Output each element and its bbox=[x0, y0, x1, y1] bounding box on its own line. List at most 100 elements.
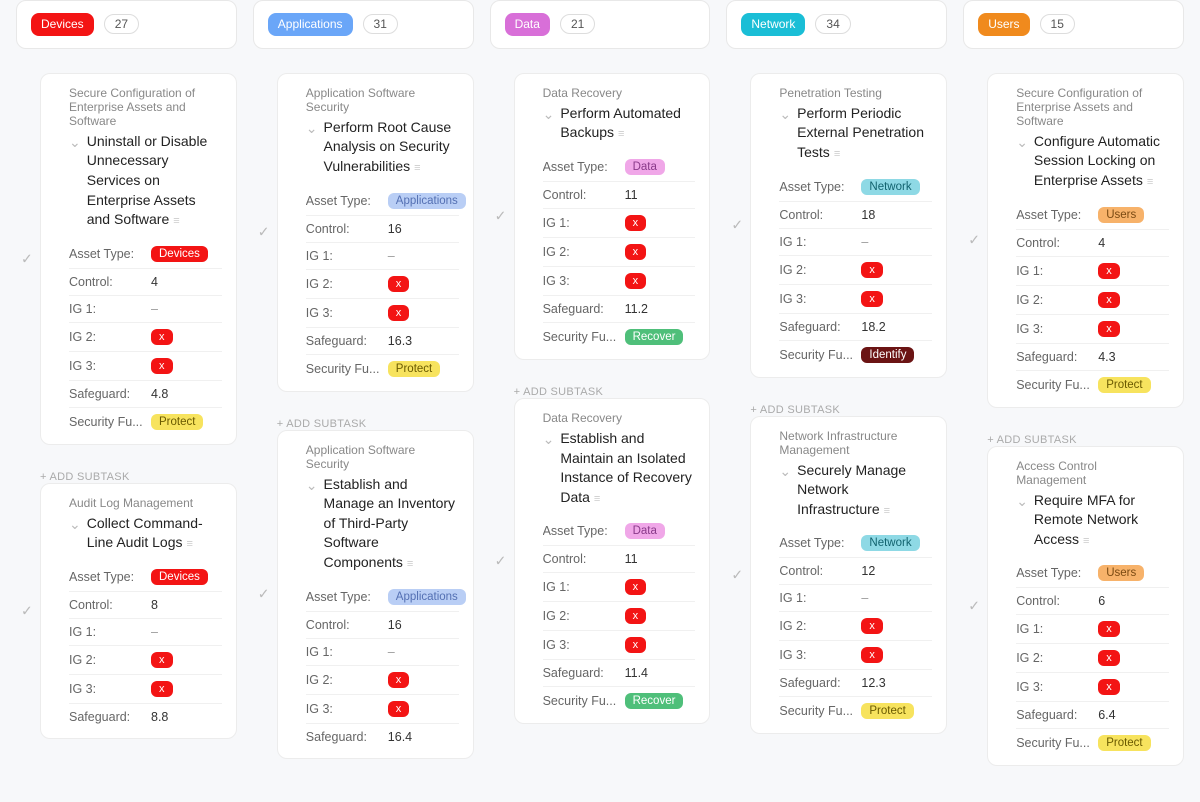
field-ig2: IG 2:x bbox=[1016, 643, 1169, 672]
add-subtask-button[interactable]: + ADD SUBTASK bbox=[40, 465, 237, 483]
field-security-fu: Security Fu...Protect bbox=[69, 407, 222, 436]
column-header-inner[interactable]: Data21 bbox=[490, 0, 711, 49]
check-icon[interactable]: ✓ bbox=[731, 217, 743, 234]
task-card[interactable]: ✓Application Software Security⌄Perform R… bbox=[277, 73, 474, 392]
card-title-text: Establish and Maintain an Isolated Insta… bbox=[560, 430, 692, 505]
more-icon[interactable]: ≡ bbox=[173, 215, 179, 227]
task-card[interactable]: ✓Penetration Testing⌄Perform Periodic Ex… bbox=[750, 73, 947, 378]
add-subtask-button[interactable]: + ADD SUBTASK bbox=[277, 412, 474, 430]
field-ig3-value: x bbox=[151, 358, 173, 374]
field-ig3-label: IG 3: bbox=[306, 702, 388, 716]
check-icon[interactable]: ✓ bbox=[495, 208, 507, 225]
column-pill: Users bbox=[978, 13, 1029, 36]
card-fields: Asset Type:DataControl:11IG 1:xIG 2:xIG … bbox=[543, 153, 696, 351]
field-ig3-value: x bbox=[151, 681, 173, 697]
card-title-text: Establish and Manage an Inventory of Thi… bbox=[324, 476, 456, 570]
check-icon[interactable]: ✓ bbox=[968, 232, 980, 249]
field-control-label: Control: bbox=[779, 208, 861, 222]
card-title[interactable]: Perform Root Cause Analysis on Security … bbox=[324, 118, 459, 177]
check-icon[interactable]: ✓ bbox=[968, 597, 980, 614]
check-icon[interactable]: ✓ bbox=[731, 566, 743, 583]
safeguard-text: 11.4 bbox=[625, 666, 648, 680]
check-icon[interactable]: ✓ bbox=[21, 250, 33, 267]
check-icon[interactable]: ✓ bbox=[495, 553, 507, 570]
more-icon[interactable]: ≡ bbox=[618, 128, 624, 140]
column-header: Devices27 bbox=[16, 0, 237, 73]
check-icon[interactable]: ✓ bbox=[258, 586, 270, 603]
card-title[interactable]: Require MFA for Remote Network Access≡ bbox=[1034, 491, 1169, 550]
task-card[interactable]: ✓Secure Configuration of Enterprise Asse… bbox=[987, 73, 1184, 408]
field-ig1: IG 1:– bbox=[306, 638, 459, 665]
add-subtask-button[interactable]: + ADD SUBTASK bbox=[750, 398, 947, 416]
task-card[interactable]: ✓Audit Log Management⌄Collect Command-Li… bbox=[40, 483, 237, 739]
column-body: ✓Data Recovery⌄Perform Automated Backups… bbox=[490, 73, 711, 745]
field-control: Control:4 bbox=[1016, 229, 1169, 256]
column-header: Users15 bbox=[963, 0, 1184, 73]
ig-x-badge: x bbox=[1098, 321, 1120, 337]
card-title[interactable]: Securely Manage Network Infrastructure≡ bbox=[797, 461, 932, 520]
card-title[interactable]: Perform Automated Backups≡ bbox=[560, 104, 695, 143]
control-text: 16 bbox=[388, 618, 402, 632]
check-icon[interactable]: ✓ bbox=[21, 602, 33, 619]
field-ig1-value: – bbox=[861, 591, 868, 605]
task-card[interactable]: ✓Network Infrastructure Management⌄Secur… bbox=[750, 416, 947, 735]
field-control: Control:11 bbox=[543, 181, 696, 208]
card-title-row: ⌄Require MFA for Remote Network Access≡ bbox=[1016, 491, 1169, 550]
card-title[interactable]: Configure Automatic Session Locking on E… bbox=[1034, 132, 1169, 191]
asset-type-tag: Data bbox=[625, 159, 665, 175]
more-icon[interactable]: ≡ bbox=[186, 538, 192, 550]
more-icon[interactable]: ≡ bbox=[1147, 176, 1153, 188]
more-icon[interactable]: ≡ bbox=[1083, 535, 1089, 547]
field-asset-type: Asset Type:Users bbox=[1016, 559, 1169, 587]
card-category: Secure Configuration of Enterprise Asset… bbox=[69, 86, 222, 128]
ig-x-badge: x bbox=[388, 701, 410, 717]
card-fields: Asset Type:ApplicationsControl:16IG 1:–I… bbox=[306, 187, 459, 383]
card-title[interactable]: Uninstall or Disable Unnecessary Service… bbox=[87, 132, 222, 230]
field-ig1-label: IG 1: bbox=[779, 235, 861, 249]
task-card[interactable]: ✓Data Recovery⌄Perform Automated Backups… bbox=[514, 73, 711, 360]
field-ig1: IG 1:– bbox=[69, 295, 222, 322]
card-title[interactable]: Establish and Manage an Inventory of Thi… bbox=[324, 475, 459, 573]
field-asset-type: Asset Type:Devices bbox=[69, 563, 222, 591]
field-control: Control:8 bbox=[69, 591, 222, 618]
card-title-row: ⌄Perform Periodic External Penetration T… bbox=[779, 104, 932, 163]
card-title[interactable]: Collect Command-Line Audit Logs≡ bbox=[87, 514, 222, 553]
field-safeguard-value: 16.3 bbox=[388, 334, 412, 348]
card-title[interactable]: Establish and Maintain an Isolated Insta… bbox=[560, 429, 695, 507]
card-title-row: ⌄Perform Automated Backups≡ bbox=[543, 104, 696, 143]
add-subtask-button[interactable]: + ADD SUBTASK bbox=[987, 428, 1184, 446]
field-ig2: IG 2:x bbox=[1016, 285, 1169, 314]
field-safeguard-value: 18.2 bbox=[861, 320, 885, 334]
field-ig1-value: x bbox=[625, 579, 647, 595]
field-ig3-label: IG 3: bbox=[69, 682, 151, 696]
field-safeguard-label: Safeguard: bbox=[779, 320, 861, 334]
more-icon[interactable]: ≡ bbox=[834, 148, 840, 160]
field-security-fu-value: Protect bbox=[151, 414, 203, 430]
column-header-inner[interactable]: Network34 bbox=[726, 0, 947, 49]
ig-dash: – bbox=[861, 591, 868, 605]
task-card[interactable]: ✓Application Software Security⌄Establish… bbox=[277, 430, 474, 759]
column-header-inner[interactable]: Applications31 bbox=[253, 0, 474, 49]
ig-x-badge: x bbox=[151, 358, 173, 374]
field-ig2-label: IG 2: bbox=[543, 245, 625, 259]
more-icon[interactable]: ≡ bbox=[884, 505, 890, 517]
add-subtask-button[interactable]: + ADD SUBTASK bbox=[514, 380, 711, 398]
more-icon[interactable]: ≡ bbox=[414, 162, 420, 174]
subtask-icon: ⌄ bbox=[69, 516, 81, 533]
field-control-label: Control: bbox=[306, 222, 388, 236]
task-card[interactable]: ✓Secure Configuration of Enterprise Asse… bbox=[40, 73, 237, 445]
field-safeguard: Safeguard:16.3 bbox=[306, 327, 459, 354]
field-control-value: 12 bbox=[861, 564, 875, 578]
column-header-inner[interactable]: Devices27 bbox=[16, 0, 237, 49]
more-icon[interactable]: ≡ bbox=[407, 558, 413, 570]
more-icon[interactable]: ≡ bbox=[594, 493, 600, 505]
column-header-inner[interactable]: Users15 bbox=[963, 0, 1184, 49]
field-asset-type-label: Asset Type: bbox=[779, 180, 861, 194]
card-title[interactable]: Perform Periodic External Penetration Te… bbox=[797, 104, 932, 163]
task-card[interactable]: ✓Data Recovery⌄Establish and Maintain an… bbox=[514, 398, 711, 724]
column: Applications31 ✓Application Software Secu… bbox=[253, 0, 474, 786]
field-safeguard: Safeguard:8.8 bbox=[69, 703, 222, 730]
check-icon[interactable]: ✓ bbox=[258, 224, 270, 241]
task-card[interactable]: ✓Access Control Management⌄Require MFA f… bbox=[987, 446, 1184, 767]
control-text: 12 bbox=[861, 564, 875, 578]
